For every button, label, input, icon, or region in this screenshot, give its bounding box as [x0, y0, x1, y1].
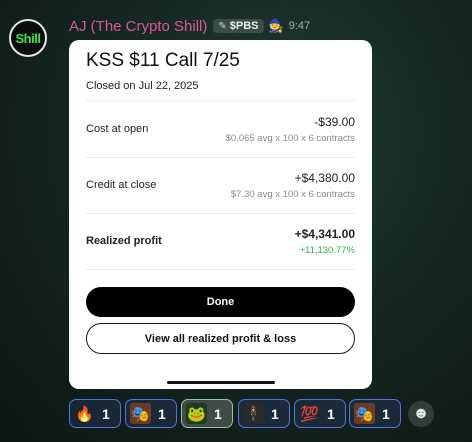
- divider: [86, 100, 355, 101]
- card-title: KSS $11 Call 7/25: [86, 50, 240, 71]
- reaction-count: 1: [271, 405, 279, 422]
- reaction-count: 1: [382, 405, 390, 422]
- done-button[interactable]: Done: [86, 287, 355, 317]
- wizard-icon: 🧙: [267, 18, 284, 33]
- realized-profit-percent: +11,130.77%: [299, 245, 355, 256]
- credit-at-close-label: Credit at close: [86, 179, 157, 191]
- realized-profit-label: Realized profit: [86, 235, 162, 247]
- credit-at-close-value: +$4,380.00: [294, 171, 355, 185]
- cost-at-open-detail: $0.065 avg x 100 x 6 contracts: [225, 133, 355, 144]
- reaction-fire[interactable]: 🔥 1: [69, 399, 121, 428]
- reaction-sticker-2[interactable]: 🎭 1: [349, 399, 401, 428]
- view-all-pnl-button[interactable]: View all realized profit & loss: [86, 323, 355, 354]
- pencil-icon: ✎: [218, 20, 227, 32]
- closed-date: Closed on Jul 22, 2025: [86, 80, 199, 92]
- reaction-count: 1: [102, 405, 110, 422]
- reaction-hundred[interactable]: 💯 1: [294, 399, 346, 428]
- realized-profit-value: +$4,341.00: [294, 227, 355, 241]
- cost-at-open-label: Cost at open: [86, 123, 149, 135]
- figure-icon: 🕴: [243, 403, 264, 424]
- frog-icon: 🐸: [186, 403, 207, 424]
- divider: [86, 213, 355, 214]
- message-time: 9:47: [288, 20, 311, 32]
- reaction-sticker[interactable]: 🎭 1: [125, 399, 177, 428]
- sender-tag-label: $PBS: [229, 20, 259, 32]
- sender-tag: ✎ $PBS: [213, 19, 264, 33]
- reaction-count: 1: [327, 405, 335, 422]
- hundred-icon: 💯: [300, 405, 319, 423]
- reaction-pepe[interactable]: 🐸 1: [181, 399, 233, 428]
- add-reaction-icon[interactable]: ☻: [408, 401, 434, 427]
- fire-icon: 🔥: [75, 405, 94, 423]
- sticker-face-icon: 🎭: [130, 403, 151, 424]
- sender-name[interactable]: AJ (The Crypto Shill): [69, 18, 207, 35]
- reaction-figure[interactable]: 🕴 1: [238, 399, 290, 428]
- cost-at-open-value: -$39.00: [314, 115, 355, 129]
- divider: [86, 157, 355, 158]
- reaction-count: 1: [214, 405, 222, 422]
- divider: [86, 269, 355, 270]
- reaction-count: 1: [158, 405, 166, 422]
- credit-at-close-detail: $7.30 avg x 100 x 6 contracts: [230, 189, 355, 200]
- message-header: AJ (The Crypto Shill) ✎ $PBS 🧙 9:47: [69, 16, 310, 36]
- avatar[interactable]: Shill: [9, 19, 47, 57]
- sticker-face-icon: 🎭: [354, 403, 375, 424]
- trade-card: KSS $11 Call 7/25 Closed on Jul 22, 2025…: [69, 40, 372, 389]
- home-indicator: [167, 381, 275, 384]
